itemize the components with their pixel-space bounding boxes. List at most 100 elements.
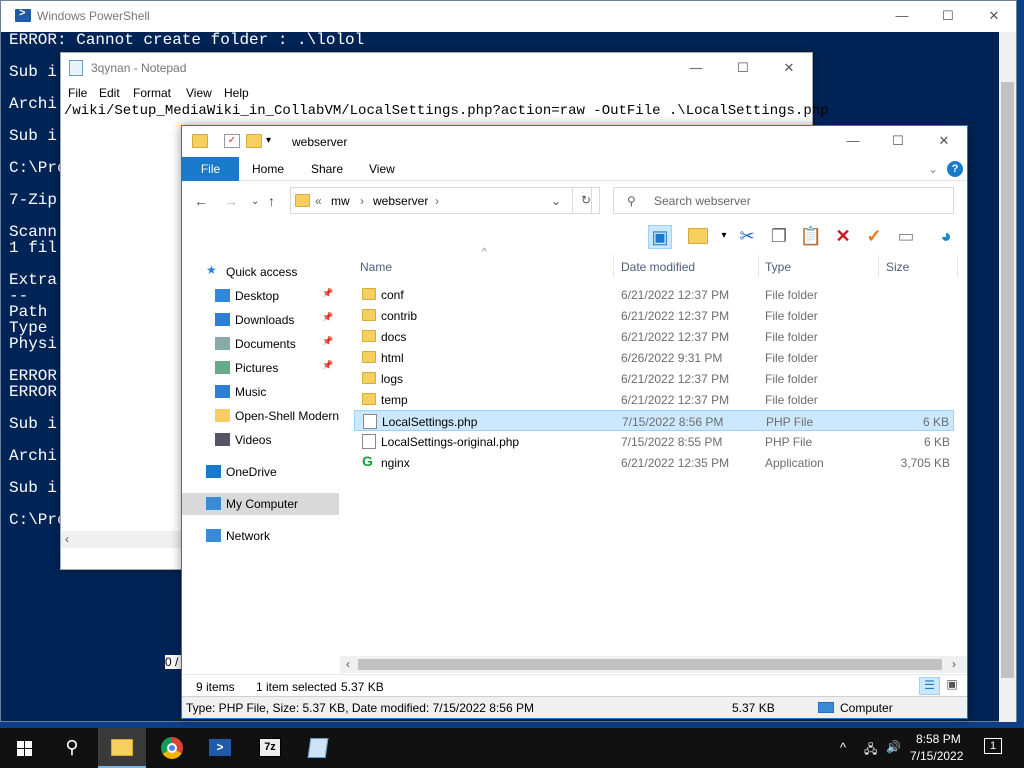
volume-icon[interactable]: 🔊 <box>886 740 901 754</box>
column-name[interactable]: Name <box>360 260 392 274</box>
expand-ribbon-icon[interactable]: ⌄ <box>928 162 938 176</box>
close-button[interactable]: ✕ <box>766 53 812 83</box>
chevron-down-icon[interactable]: ▾ <box>266 135 271 146</box>
column-date[interactable]: Date modified <box>621 260 695 274</box>
sidebar-item-music[interactable]: Music <box>182 381 339 403</box>
copy-icon[interactable]: ❐ <box>767 225 791 249</box>
breadcrumb-separator[interactable]: › <box>435 194 439 208</box>
properties-icon[interactable]: ✓ <box>224 134 240 148</box>
address-dropdown-icon[interactable]: ⌄ <box>551 194 561 208</box>
notification-center-icon[interactable]: 1 <box>984 738 1002 754</box>
tab-file[interactable]: File <box>182 157 239 181</box>
delete-icon[interactable]: ✕ <box>831 225 855 249</box>
minimize-button[interactable]: — <box>673 53 719 83</box>
close-button[interactable]: ✕ <box>971 1 1017 32</box>
taskbar-7zip[interactable]: 7z <box>246 728 294 768</box>
scroll-right-icon[interactable]: › <box>952 657 956 671</box>
breadcrumb-webserver[interactable]: webserver <box>373 194 428 208</box>
table-row[interactable]: temp 6/21/2022 12:37 PM File folder <box>354 389 954 410</box>
paste-icon[interactable]: 📋 <box>799 225 823 249</box>
new-folder-icon[interactable] <box>246 134 262 148</box>
table-row[interactable]: html 6/26/2022 9:31 PM File folder <box>354 347 954 368</box>
table-row[interactable]: contrib 6/21/2022 12:37 PM File folder <box>354 305 954 326</box>
cut-icon[interactable]: ✂ <box>735 225 759 249</box>
recent-locations-icon[interactable]: ⌄ <box>251 196 259 207</box>
internet-icon[interactable]: ◕ <box>934 225 958 249</box>
forward-icon[interactable]: → <box>224 193 238 209</box>
sidebar-item-onedrive[interactable]: OneDrive <box>182 461 339 483</box>
tab-home[interactable]: Home <box>252 162 284 176</box>
sidebar-item-videos[interactable]: Videos <box>182 429 339 451</box>
pin-icon[interactable]: 📌 <box>322 360 333 371</box>
explorer-titlebar[interactable]: ✓ ▾ webserver — ☐ ✕ <box>182 126 967 157</box>
powershell-titlebar[interactable]: Windows PowerShell — ☐ ✕ <box>1 1 1016 32</box>
tab-share[interactable]: Share <box>311 162 343 176</box>
minimize-button[interactable]: — <box>830 126 876 157</box>
sidebar-item-network[interactable]: Network <box>182 525 339 547</box>
menu-file[interactable]: File <box>68 86 87 100</box>
pin-icon[interactable]: 📌 <box>322 312 333 323</box>
search-icon[interactable]: ⚲ <box>48 728 96 768</box>
table-row[interactable]: LocalSettings-original.php 7/15/2022 8:55… <box>354 431 954 452</box>
taskbar-chrome[interactable] <box>148 728 196 768</box>
sidebar-item-pictures[interactable]: Pictures 📌 <box>182 357 339 379</box>
breadcrumb-separator[interactable]: › <box>360 194 364 208</box>
rename-icon[interactable]: ✓ <box>862 225 886 249</box>
sidebar-item-open-shell-modern[interactable]: Open-Shell Modern <box>182 405 339 427</box>
show-hidden-icons-icon[interactable]: ^ <box>840 740 846 755</box>
chevron-down-icon[interactable]: ▾ <box>712 225 736 249</box>
refresh-button[interactable]: ↻ <box>572 187 600 214</box>
start-button[interactable] <box>0 728 48 768</box>
preview-pane-icon[interactable]: ▣ <box>648 225 672 249</box>
table-row[interactable]: docs 6/21/2022 12:37 PM File folder <box>354 326 954 347</box>
sidebar-item-desktop[interactable]: Desktop 📌 <box>182 285 339 307</box>
pin-icon[interactable]: 📌 <box>322 288 333 299</box>
search-box[interactable]: ⚲ Search webserver <box>613 187 954 214</box>
file-explorer-window[interactable]: ✓ ▾ webserver — ☐ ✕ File Home Share View… <box>181 125 968 719</box>
address-bar[interactable]: « mw › webserver › ⌄ <box>290 187 592 214</box>
maximize-button[interactable]: ☐ <box>875 126 921 157</box>
up-icon[interactable]: ↑ <box>268 193 275 209</box>
menu-help[interactable]: Help <box>224 86 249 100</box>
large-icons-view-icon[interactable]: ▣ <box>943 677 961 695</box>
network-icon[interactable]: 🖧 <box>864 740 877 761</box>
clock-time[interactable]: 8:58 PM <box>916 732 961 746</box>
sidebar-item-quick-access[interactable]: ★ Quick access <box>182 261 339 283</box>
help-icon[interactable]: ? <box>947 161 963 177</box>
breadcrumb-overflow[interactable]: « <box>315 194 322 208</box>
powershell-scrollbar[interactable] <box>999 32 1016 722</box>
details-view-icon[interactable]: ☰ <box>919 677 940 695</box>
sidebar-item-downloads[interactable]: Downloads 📌 <box>182 309 339 331</box>
properties-icon[interactable]: ▭ <box>894 225 918 249</box>
column-size[interactable]: Size <box>886 260 909 274</box>
column-type[interactable]: Type <box>765 260 791 274</box>
notepad-hscrollbar[interactable]: ‹ <box>61 531 181 548</box>
table-row[interactable]: LocalSettings.php 7/15/2022 8:56 PM PHP Fi… <box>354 410 954 431</box>
table-row[interactable]: logs 6/21/2022 12:37 PM File folder <box>354 368 954 389</box>
sidebar-item-documents[interactable]: Documents 📌 <box>182 333 339 355</box>
table-row[interactable]: conf 6/21/2022 12:37 PM File folder <box>354 284 954 305</box>
maximize-button[interactable]: ☐ <box>720 53 766 83</box>
scroll-left-icon[interactable]: ‹ <box>65 532 69 546</box>
notepad-text-area[interactable]: /wiki/Setup_MediaWiki_in_CollabVM/LocalS… <box>64 103 829 119</box>
notepad-titlebar[interactable]: 3qynan - Notepad — ☐ ✕ <box>61 53 812 83</box>
menu-view[interactable]: View <box>186 86 212 100</box>
taskbar-file-explorer[interactable] <box>98 728 146 768</box>
back-icon[interactable]: ← <box>194 193 208 209</box>
scrollbar-thumb[interactable] <box>1001 82 1014 678</box>
maximize-button[interactable]: ☐ <box>925 1 971 32</box>
menu-edit[interactable]: Edit <box>99 86 120 100</box>
scroll-left-icon[interactable]: ‹ <box>346 657 350 671</box>
breadcrumb-mw[interactable]: mw <box>331 194 350 208</box>
sidebar-item-my-computer[interactable]: My Computer <box>182 493 339 515</box>
tab-view[interactable]: View <box>369 162 395 176</box>
pin-icon[interactable]: 📌 <box>322 336 333 347</box>
horizontal-scrollbar[interactable]: ‹ › <box>340 656 967 673</box>
clock-date[interactable]: 7/15/2022 <box>910 749 963 763</box>
minimize-button[interactable]: — <box>879 1 925 32</box>
scrollbar-thumb[interactable] <box>358 659 942 670</box>
menu-format[interactable]: Format <box>133 86 171 100</box>
table-row[interactable]: Gnginx 6/21/2022 12:35 PM Application 3,705… <box>354 452 954 473</box>
taskbar-notepad[interactable] <box>294 728 342 768</box>
new-folder-icon[interactable] <box>688 228 708 244</box>
